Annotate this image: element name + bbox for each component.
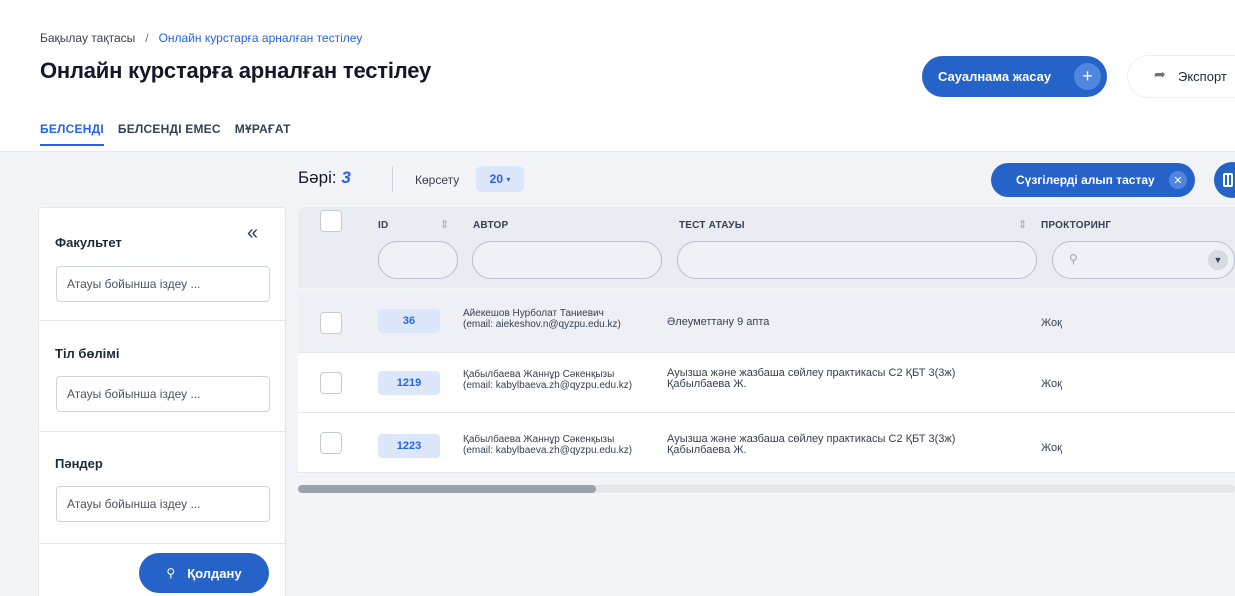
- clear-filters-label: Сүзгілерді алып тастау: [1016, 173, 1155, 187]
- total-label: Бәрі:: [298, 168, 337, 187]
- row-checkbox[interactable]: [320, 432, 342, 454]
- language-search-input[interactable]: Атауы бойынша іздеу ...: [56, 376, 270, 412]
- tab-archive[interactable]: МҰРАҒАТ: [235, 122, 291, 146]
- row-id-badge[interactable]: 1223: [378, 434, 440, 458]
- row-author-name: Қабылбаева Жаннұр Сәкенқызы: [463, 434, 615, 445]
- search-icon: ⚲: [166, 566, 176, 580]
- chevron-down-icon: ▾: [506, 174, 511, 184]
- breadcrumb-current[interactable]: Онлайн курстарға арналған тестілеу: [159, 31, 363, 45]
- page-size-label: Көрсету: [415, 173, 460, 187]
- breadcrumb: Бақылау тақтасы / Онлайн курстарға арналға…: [40, 31, 362, 45]
- table-row[interactable]: 1223 Қабылбаева Жаннұр Сәкенқызы (email:…: [298, 413, 1235, 473]
- proctoring-filter-select[interactable]: ⚲ ▼: [1052, 241, 1235, 279]
- create-survey-button[interactable]: Сауалнама жасау +: [922, 56, 1107, 97]
- row-author: Қабылбаева Жаннұр Сәкенқызы (email: kaby…: [463, 434, 632, 456]
- filter-subjects-title: Пәндер: [55, 456, 103, 471]
- row-test-name: Ауызша және жазбаша сөйлеу практикасы С2…: [667, 368, 955, 390]
- table-row[interactable]: 1219 Қабылбаева Жаннұр Сәкенқызы (email:…: [298, 353, 1235, 413]
- breadcrumb-home-link[interactable]: Бақылау тақтасы: [40, 31, 135, 45]
- page-size-select[interactable]: 20 ▾: [476, 166, 524, 192]
- tests-table: ID ⇕ АВТОР ТЕСТ АТАУЫ ⇕ ПРОКТОРИНГ ⚲ ▼ 3…: [298, 207, 1235, 494]
- breadcrumb-separator: /: [145, 31, 149, 45]
- export-label: Экспорт: [1178, 69, 1227, 84]
- header-divider: [0, 151, 1235, 152]
- column-header-test-name[interactable]: ТЕСТ АТАУЫ: [679, 220, 745, 231]
- table-row[interactable]: 36 Айекешов Нурболат Таниевич (email: ai…: [298, 293, 1235, 353]
- share-arrow-icon: ➦: [1154, 66, 1166, 82]
- row-author-name: Айекешов Нурболат Таниевич: [463, 308, 604, 319]
- subjects-search-input[interactable]: Атауы бойынша іздеу ...: [56, 486, 270, 522]
- row-id-badge[interactable]: 1219: [378, 371, 440, 395]
- row-checkbox[interactable]: [320, 312, 342, 334]
- row-proctoring: Жоқ: [1041, 378, 1062, 390]
- row-author-name: Қабылбаева Жаннұр Сәкенқызы: [463, 369, 615, 380]
- row-author: Қабылбаева Жаннұр Сәкенқызы (email: kaby…: [463, 369, 632, 391]
- row-test-name-line: Әлеуметтану 9 апта: [667, 316, 770, 328]
- status-tabs: БЕЛСЕНДІ БЕЛСЕНДІ ЕМЕС МҰРАҒАТ: [40, 122, 291, 146]
- table-header: ID ⇕ АВТОР ТЕСТ АТАУЫ ⇕ ПРОКТОРИНГ ⚲ ▼: [298, 207, 1235, 288]
- plus-icon: +: [1074, 63, 1101, 90]
- select-all-checkbox[interactable]: [320, 210, 342, 232]
- close-icon: ✕: [1169, 171, 1187, 189]
- row-author: Айекешов Нурболат Таниевич (email: aieke…: [463, 308, 621, 330]
- filter-faculty-title: Факультет: [55, 235, 122, 250]
- toolbar-divider: [392, 166, 393, 192]
- column-header-author[interactable]: АВТОР: [473, 220, 508, 231]
- test-name-filter-input[interactable]: [677, 241, 1037, 279]
- horizontal-scrollbar[interactable]: [298, 485, 1235, 493]
- search-icon: ⚲: [1069, 252, 1078, 266]
- row-test-name-line: Қабылбаева Ж.: [667, 444, 747, 456]
- column-header-proctoring[interactable]: ПРОКТОРИНГ: [1041, 220, 1111, 231]
- row-author-email: (email: kabylbaeva.zh@qyzpu.edu.kz): [463, 445, 633, 456]
- row-id-badge[interactable]: 36: [378, 309, 440, 333]
- clear-filters-button[interactable]: Сүзгілерді алып тастау ✕: [991, 163, 1195, 197]
- row-checkbox[interactable]: [320, 372, 342, 394]
- scrollbar-thumb[interactable]: [298, 485, 596, 493]
- column-settings-button[interactable]: [1214, 162, 1235, 198]
- columns-icon: [1223, 173, 1233, 187]
- id-filter-input[interactable]: [378, 241, 458, 279]
- total-number: 3: [341, 168, 351, 187]
- sort-icon[interactable]: ⇕: [440, 218, 449, 231]
- row-proctoring: Жоқ: [1041, 442, 1062, 454]
- author-filter-input[interactable]: [472, 241, 662, 279]
- row-author-email: (email: kabylbaeva.zh@qyzpu.edu.kz): [463, 380, 633, 391]
- apply-filters-button[interactable]: ⚲ Қолдану: [139, 553, 269, 593]
- chevron-down-icon[interactable]: ▼: [1208, 250, 1228, 270]
- page-header: Бақылау тақтасы / Онлайн курстарға арналға…: [0, 0, 1235, 152]
- row-proctoring: Жоқ: [1041, 317, 1062, 329]
- row-test-name: Ауызша және жазбаша сөйлеу практикасы С2…: [667, 434, 955, 456]
- column-header-id[interactable]: ID: [378, 220, 388, 231]
- row-test-name: Әлеуметтану 9 апта: [667, 317, 769, 328]
- total-count: Бәрі: 3: [298, 168, 351, 188]
- row-author-email: (email: aiekeshov.n@qyzpu.edu.kz): [463, 319, 621, 330]
- filter-subjects: Пәндер Атауы бойынша іздеу ...: [39, 432, 287, 544]
- export-button[interactable]: ➦ Экспорт: [1128, 56, 1235, 97]
- filter-faculty: Факультет Атауы бойынша іздеу ...: [39, 208, 287, 321]
- row-test-name-line: Қабылбаева Ж.: [667, 378, 747, 390]
- page-size-value: 20: [489, 172, 503, 186]
- filter-language: Тіл бөлімі Атауы бойынша іздеу ...: [39, 321, 287, 432]
- tab-active[interactable]: БЕЛСЕНДІ: [40, 122, 104, 146]
- sort-icon[interactable]: ⇕: [1018, 218, 1027, 231]
- faculty-search-input[interactable]: Атауы бойынша іздеу ...: [56, 266, 270, 302]
- create-survey-label: Сауалнама жасау: [938, 69, 1052, 84]
- page-title: Онлайн курстарға арналған тестілеу: [40, 58, 432, 83]
- tab-inactive[interactable]: БЕЛСЕНДІ ЕМЕС: [118, 122, 221, 146]
- filter-sidebar: « Факультет Атауы бойынша іздеу ... Тіл …: [38, 207, 287, 596]
- apply-filters-label: Қолдану: [187, 565, 242, 581]
- filter-language-title: Тіл бөлімі: [55, 346, 120, 361]
